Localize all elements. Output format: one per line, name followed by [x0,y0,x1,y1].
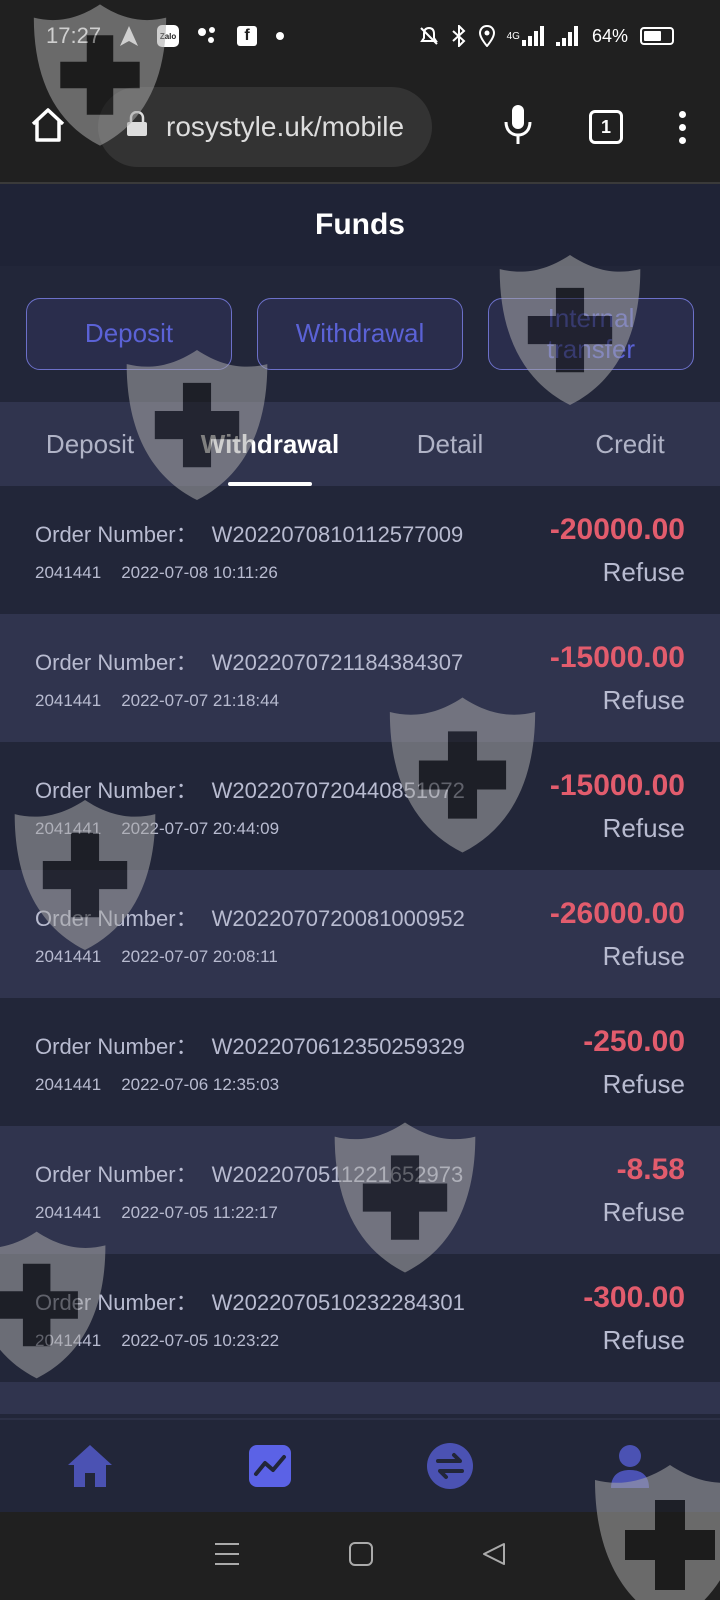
user-id: 2041441 [35,1203,102,1222]
order-number: W2022070612350259329 [211,1034,465,1059]
amount: -250.00 [583,1024,685,1058]
order-number-label: Order Number： [35,650,198,675]
funds-actions: Deposit Withdrawal Internal transfer [0,266,720,402]
order-number-label: Order Number： [35,522,198,547]
order-number: W2022070511221652973 [211,1162,464,1187]
user-id: 2041441 [35,563,102,582]
record-datetime: 2022-07-07 20:08:11 [121,947,278,966]
browser-toolbar: rosystyle.uk/mobile 1 [0,72,720,184]
order-number: W2022070810112577009 [211,522,464,547]
exchange-icon[interactable] [418,1434,482,1498]
assistant-icon [197,26,219,46]
navigation-icon [119,25,139,47]
deposit-button[interactable]: Deposit [26,298,232,370]
amount: -15000.00 [549,640,685,674]
back-icon[interactable] [482,1542,506,1571]
order-number-label: Order Number： [35,1162,198,1187]
chart-icon[interactable] [238,1434,302,1498]
record-datetime: 2022-07-06 12:35:03 [121,1075,280,1094]
microphone-icon[interactable] [503,104,533,151]
list-item[interactable]: Order Number： W2022070720440851072 204144… [0,742,720,870]
network-type: 4G [506,30,520,42]
amount: -15000.00 [549,768,685,802]
status-text: Refuse [602,1068,685,1099]
amount: -300.00 [583,1280,685,1314]
status-text: Refuse [602,940,685,971]
home-icon[interactable] [58,1434,122,1498]
amount: -20000.00 [549,512,685,546]
clock: 17:27 [46,23,102,48]
tab-withdrawal[interactable]: Withdrawal [180,402,360,486]
dot-icon [275,31,285,41]
user-id: 2041441 [35,819,102,838]
list-item[interactable]: Order Number： W2022070510232284301 204144… [0,1254,720,1382]
location-icon [478,25,495,47]
user-id: 2041441 [35,1075,102,1094]
amount: -8.58 [616,1152,685,1186]
bottom-navigation [0,1418,720,1512]
status-text: Refuse [602,1196,685,1227]
record-datetime: 2022-07-07 21:18:44 [121,691,280,710]
record-tabs: Deposit Withdrawal Detail Credit [0,402,720,486]
battery-icon [640,27,674,45]
home-square-icon[interactable] [348,1541,373,1571]
tab-detail[interactable]: Detail [360,402,540,486]
record-datetime: 2022-07-08 10:11:26 [121,563,278,582]
tab-switcher-button[interactable]: 1 [589,110,623,144]
order-number: W2022070720081000952 [211,906,465,931]
record-datetime: 2022-07-07 20:44:09 [121,819,280,838]
order-number-label: Order Number： [35,1034,198,1059]
user-id: 2041441 [35,947,102,966]
order-number-label: Order Number： [35,778,198,803]
signal-4g-icon: 4G [507,26,544,46]
url-text: rosystyle.uk/mobile [166,111,405,142]
battery-percent: 64% [591,25,628,46]
status-text: Refuse [602,684,685,715]
bluetooth-icon [451,25,467,47]
facebook-icon: f [237,26,258,46]
order-number: W2022070720440851072 [211,778,465,803]
order-number: W2022070721184384307 [211,650,464,675]
list-item[interactable]: Order Number： W2022070720081000952 204144… [0,870,720,998]
status-text: Refuse [602,556,685,587]
withdrawal-list: Order Number： W2022070810112577009 204144… [0,486,720,1414]
tab-credit[interactable]: Credit [540,402,720,486]
list-item[interactable]: Order Number： W2022070721184384307 204144… [0,614,720,742]
recent-apps-icon[interactable] [214,1542,240,1571]
list-item-partial [0,1382,720,1414]
home-icon[interactable] [28,105,68,150]
withdrawal-button[interactable]: Withdrawal [257,298,463,370]
status-text: Refuse [602,1324,685,1355]
user-id: 2041441 [35,691,102,710]
amount: -26000.00 [549,896,685,930]
page-title: Funds [0,184,720,266]
mute-icon [419,26,439,46]
record-datetime: 2022-07-05 11:22:17 [121,1203,278,1222]
record-datetime: 2022-07-05 10:23:22 [121,1331,280,1350]
order-number: W2022070510232284301 [211,1290,465,1315]
system-navigation [0,1512,720,1600]
status-bar: 17:27 Zalo f 4G 64% [0,0,720,72]
list-item[interactable]: Order Number： W2022070612350259329 204144… [0,998,720,1126]
internal-transfer-button[interactable]: Internal transfer [488,298,694,370]
zalo-icon: Zalo [157,25,180,47]
lock-icon [126,110,148,144]
user-id: 2041441 [35,1331,102,1350]
order-number-label: Order Number： [35,1290,198,1315]
list-item[interactable]: Order Number： W2022070810112577009 204144… [0,486,720,614]
list-item[interactable]: Order Number： W2022070511221652973 204144… [0,1126,720,1254]
user-icon[interactable] [598,1434,662,1498]
status-text: Refuse [602,812,685,843]
tab-deposit[interactable]: Deposit [0,402,180,486]
signal-icon [555,26,580,46]
order-number-label: Order Number： [35,906,198,931]
address-bar[interactable]: rosystyle.uk/mobile [98,87,432,167]
more-menu-icon[interactable] [679,110,686,144]
